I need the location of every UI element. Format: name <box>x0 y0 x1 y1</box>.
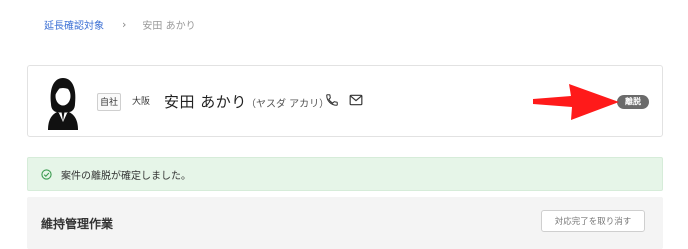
breadcrumb: 延長確認対象 › 安田 あかり <box>44 17 196 32</box>
avatar-icon <box>48 78 78 130</box>
breadcrumb-link-extension-targets[interactable]: 延長確認対象 <box>44 17 104 32</box>
cancel-completion-button[interactable]: 対応完了を取り消す <box>541 210 645 232</box>
check-circle-icon <box>41 169 52 180</box>
phone-icon[interactable] <box>325 93 339 107</box>
person-kana: （ヤスダ アカリ） <box>246 99 330 110</box>
mail-icon[interactable] <box>349 94 363 106</box>
section-title: 維持管理作業 <box>41 217 114 231</box>
success-alert: 案件の離脱が確定しました。 <box>27 157 663 191</box>
person-name: 安田 あかり <box>164 93 247 111</box>
branch-label: 大阪 <box>132 97 151 107</box>
red-arrow-annotation <box>533 84 619 120</box>
company-tag: 自社 <box>97 93 121 111</box>
maintenance-section: 維持管理作業 対応完了を取り消す <box>27 197 663 249</box>
breadcrumb-current: 安田 あかり <box>142 20 196 32</box>
status-badge: 離脱 <box>617 95 649 109</box>
breadcrumb-separator: › <box>122 17 127 31</box>
alert-message: 案件の離脱が確定しました。 <box>61 171 191 182</box>
